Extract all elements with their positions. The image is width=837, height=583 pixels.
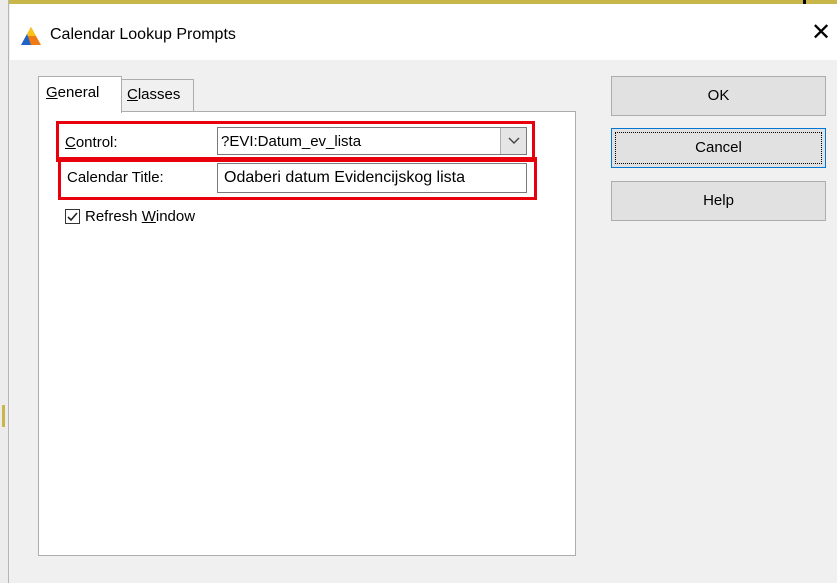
- tab-general-rest: eneral: [57, 84, 100, 101]
- background-marker: [2, 405, 5, 427]
- calendar-title-value: Odaberi datum Evidencijskog lista: [224, 169, 466, 186]
- tab-general[interactable]: General: [38, 76, 122, 113]
- help-button[interactable]: Help: [611, 181, 826, 221]
- calendar-lookup-dialog: Calendar Lookup Prompts ✕ General Classe…: [10, 4, 837, 583]
- title-bar: Calendar Lookup Prompts ✕: [10, 4, 837, 60]
- refresh-label-part2: indow: [155, 207, 196, 225]
- background-window-left: [0, 0, 9, 583]
- cancel-button[interactable]: Cancel: [611, 128, 826, 168]
- control-label-rest: ontrol:: [75, 134, 118, 151]
- app-triangle-icon: [20, 26, 42, 46]
- refresh-window-label: Refresh Window: [85, 208, 195, 225]
- calendar-title-field[interactable]: Odaberi datum Evidencijskog lista: [217, 163, 527, 193]
- control-dropdown[interactable]: ?EVI:Datum_ev_lista: [217, 127, 527, 155]
- checkmark-icon: [67, 211, 78, 221]
- tab-classes-label: Classes: [127, 86, 180, 103]
- control-label-mnemonic: C: [65, 134, 76, 151]
- refresh-window-option[interactable]: Refresh Window: [65, 206, 195, 226]
- control-value: ?EVI:Datum_ev_lista: [221, 133, 362, 150]
- tab-classes-mnemonic: C: [127, 86, 138, 103]
- calendar-title-label: Calendar Title:: [67, 169, 164, 186]
- tab-classes-rest: lasses: [137, 86, 181, 103]
- general-tab-panel: Control: ?EVI:Datum_ev_lista Calendar Ti…: [38, 111, 576, 556]
- tab-general-mnemonic: G: [46, 84, 58, 101]
- focus-outline: [615, 132, 822, 164]
- window-title: Calendar Lookup Prompts: [50, 26, 236, 43]
- close-icon[interactable]: ✕: [806, 18, 836, 48]
- refresh-label-mnemonic: W: [141, 207, 156, 225]
- control-label: Control:: [65, 134, 118, 151]
- ok-button[interactable]: OK: [611, 76, 826, 116]
- tab-general-label: General: [46, 84, 99, 101]
- refresh-window-checkbox[interactable]: [65, 208, 80, 224]
- refresh-label-part1: Refresh: [85, 207, 142, 225]
- tab-classes[interactable]: Classes: [121, 79, 194, 112]
- chevron-down-icon[interactable]: [500, 128, 526, 154]
